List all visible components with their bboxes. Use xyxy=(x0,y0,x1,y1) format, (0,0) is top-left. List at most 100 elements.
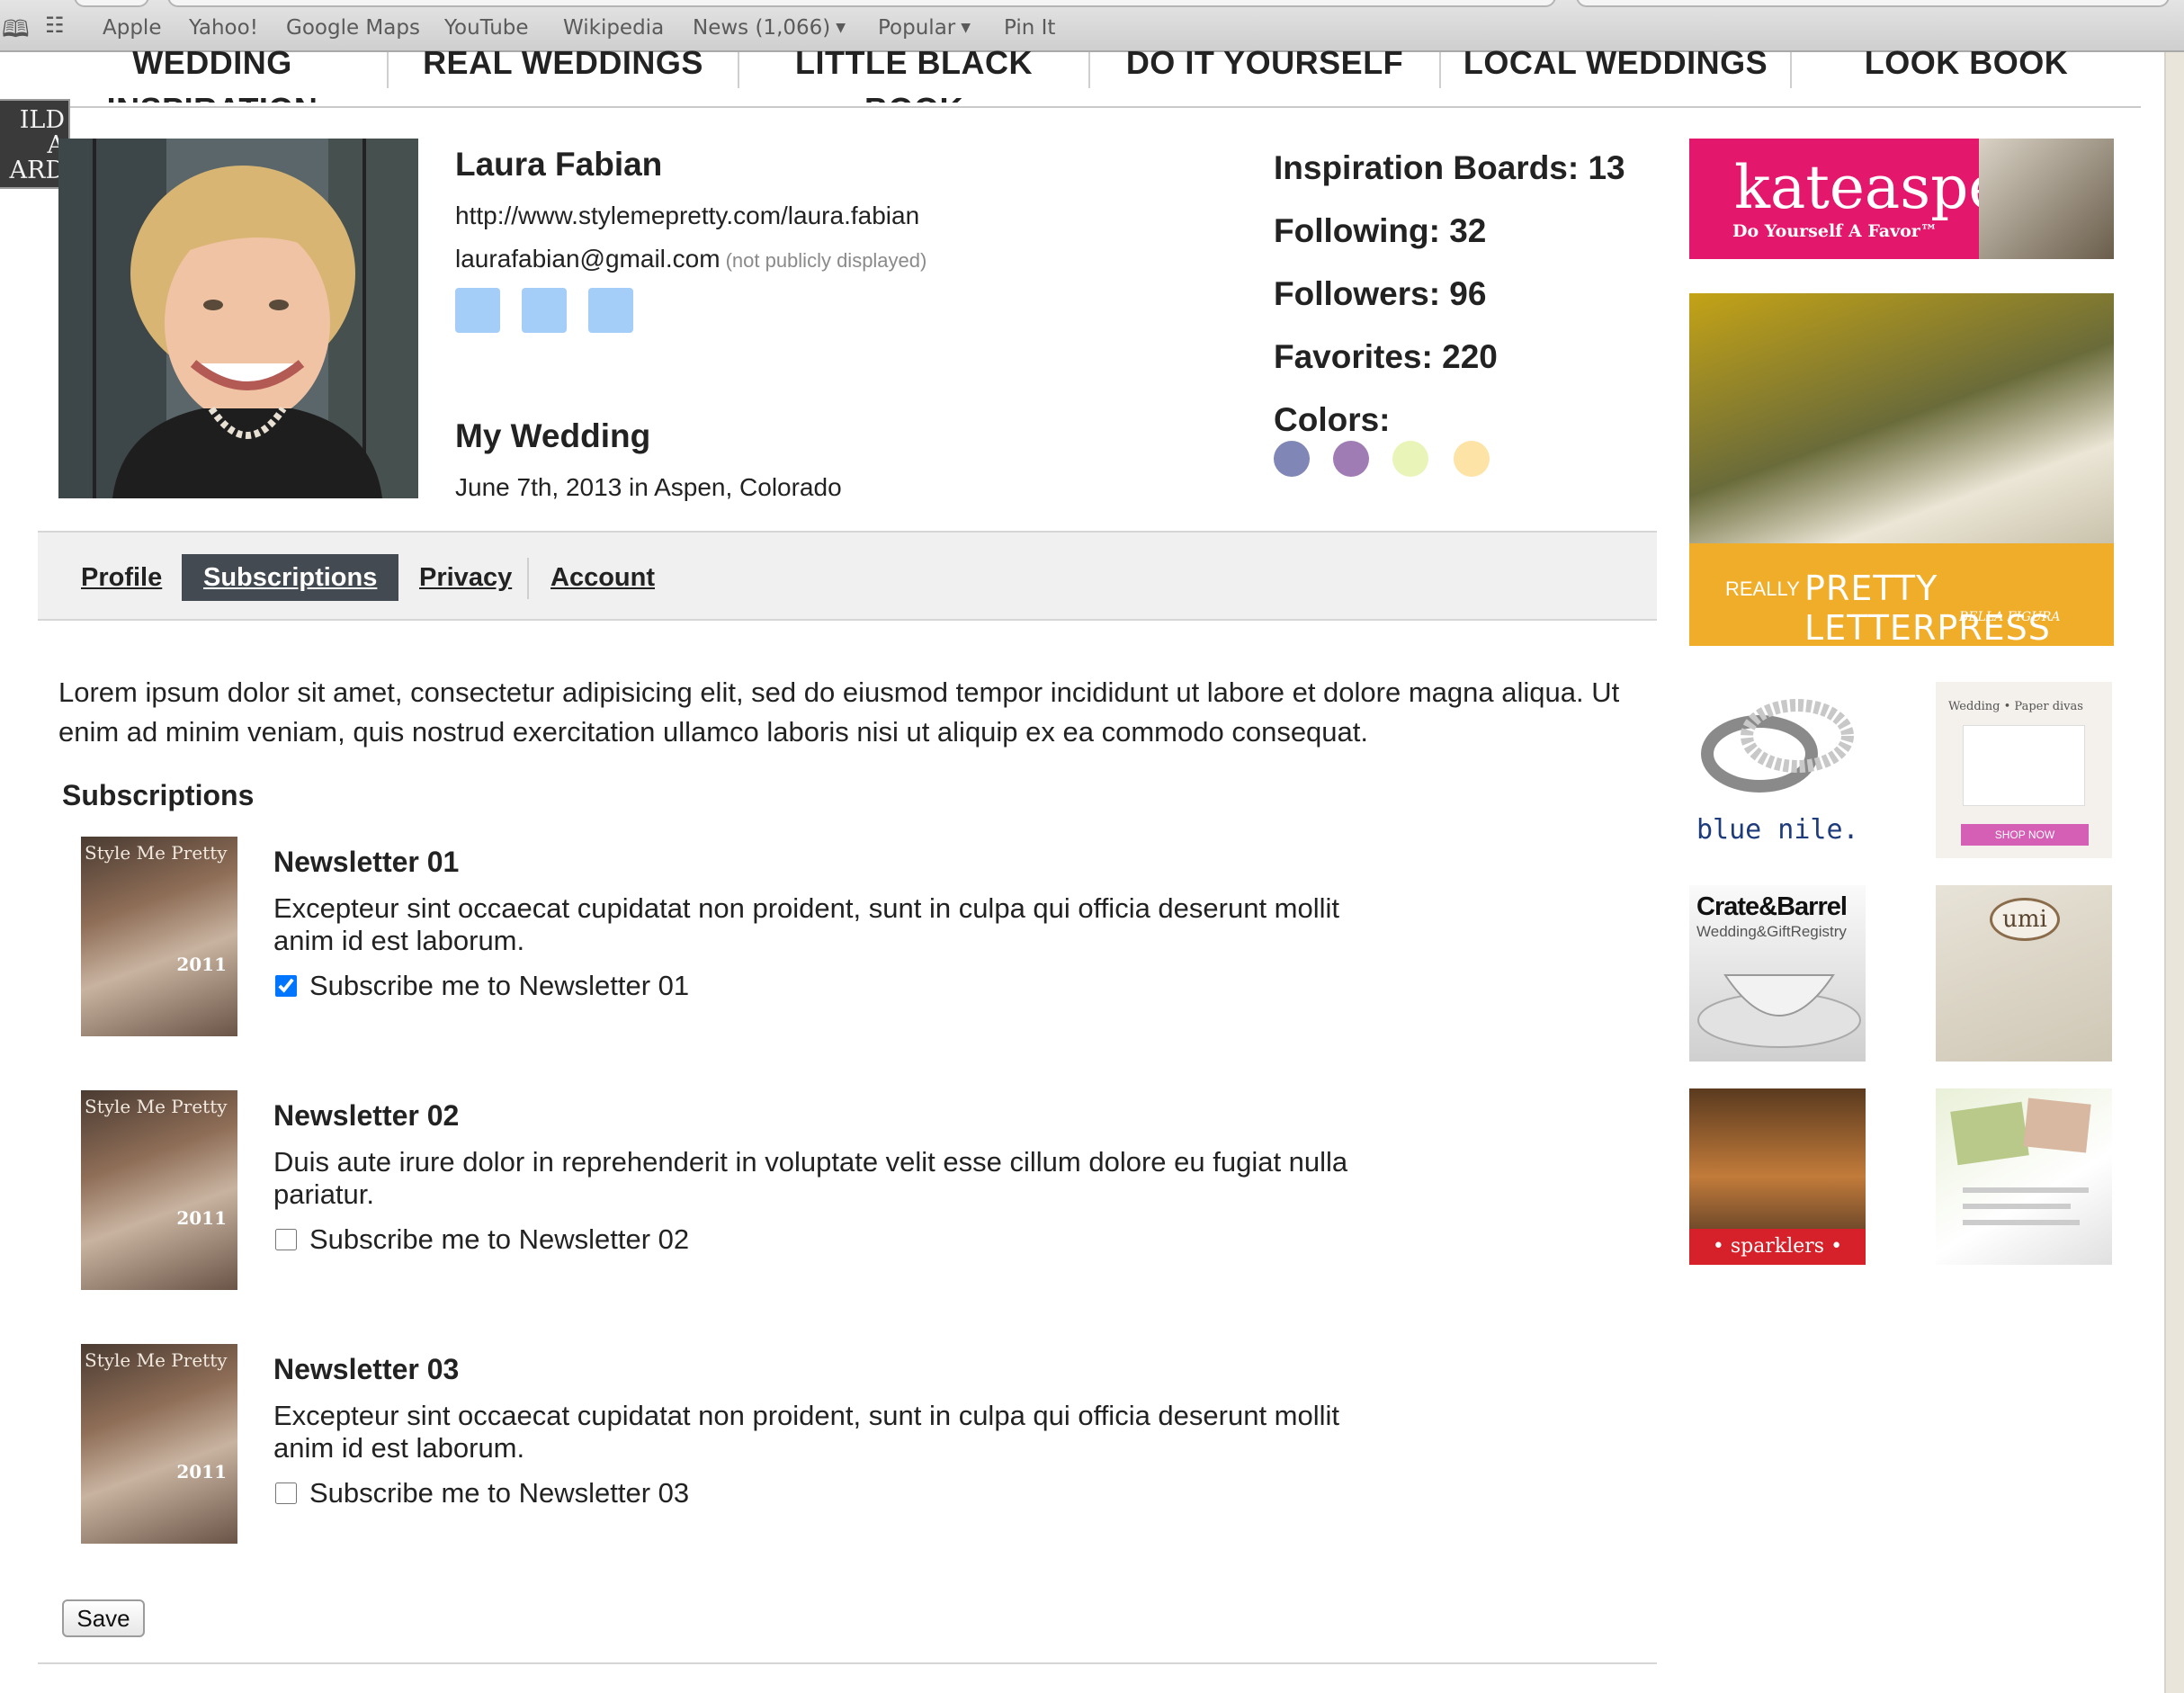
bookmark-news-label: News (1,066) xyxy=(693,16,831,40)
kate-aspen-tagline: Do Yourself A Favor™ xyxy=(1732,221,1938,241)
newsletter-subscribe-option[interactable]: Subscribe me to Newsletter 02 xyxy=(275,1223,689,1256)
cover-year: 2011 xyxy=(176,1461,227,1482)
profile-name: Laura Fabian xyxy=(455,146,663,183)
toolbar-edge xyxy=(74,0,149,7)
bookmark-popular-label: Popular xyxy=(878,16,956,40)
cover-title: Style Me Pretty xyxy=(85,1349,228,1371)
nav-little-black-book[interactable]: Little Black Book xyxy=(743,40,1085,103)
ad-blog-layout[interactable] xyxy=(1936,1088,2112,1265)
blog-photo xyxy=(1950,1101,2029,1166)
umi-logo: umi xyxy=(1990,898,2060,941)
stat-inspiration-boards[interactable]: Inspiration Boards: 13 xyxy=(1274,149,1625,187)
ad-sparklers[interactable]: • sparklers • xyxy=(1689,1088,1866,1265)
social-icon[interactable] xyxy=(455,288,500,333)
nav-divider xyxy=(1439,52,1441,88)
email-privacy-note: (not publicly displayed) xyxy=(725,249,927,272)
wpd-logo: Wedding • Paper divas xyxy=(1948,700,2083,713)
divider xyxy=(38,1662,1657,1664)
profile-email: laurafabian@gmail.com (not publicly displ… xyxy=(455,245,926,273)
newsletter-description: Duis aute irure dolor in reprehenderit i… xyxy=(273,1146,1348,1210)
page: Wedding Inspiration Real Weddings Little… xyxy=(0,44,2166,1693)
blue-nile-logo: blue nile. xyxy=(1696,814,1859,846)
chevron-down-icon: ▼ xyxy=(961,21,971,35)
bookmark-popular[interactable]: Popular ▼ xyxy=(878,16,971,40)
blog-photo xyxy=(2023,1097,2091,1153)
stat-followers[interactable]: Followers: 96 xyxy=(1274,275,1486,313)
newsletter-description: Excepteur sint occaecat cupidatat non pr… xyxy=(273,892,1340,956)
wedding-info: June 7th, 2013 in Aspen, Colorado xyxy=(455,473,842,501)
email-value: laurafabian@gmail.com xyxy=(455,245,721,273)
bookmark-pin-it[interactable]: Pin It xyxy=(1004,16,1055,40)
cover-title: Style Me Pretty xyxy=(85,1096,228,1117)
top-navigation: Wedding Inspiration Real Weddings Little… xyxy=(0,44,2141,108)
ad-letterpress[interactable]: REALLY PRETTY LETTERPRESS BELLA FIGURA xyxy=(1689,293,2114,646)
save-button[interactable]: Save xyxy=(62,1599,145,1637)
bookmark-google-maps[interactable]: Google Maps xyxy=(286,16,420,40)
newsletter-subscribe-option[interactable]: Subscribe me to Newsletter 01 xyxy=(275,970,689,1002)
profile-url-link[interactable]: http://www.stylemepretty.com/laura.fabia… xyxy=(455,202,919,230)
sparklers-label: • sparklers • xyxy=(1689,1229,1866,1265)
tab-profile[interactable]: Profile xyxy=(59,554,183,601)
subscribe-checkbox[interactable] xyxy=(275,1482,297,1504)
bookmark-wikipedia[interactable]: Wikipedia xyxy=(563,16,664,40)
tab-subscriptions[interactable]: Subscriptions xyxy=(182,554,399,601)
bookmark-yahoo[interactable]: Yahoo! xyxy=(189,16,258,40)
ad-kate-aspen[interactable]: kateaspen Do Yourself A Favor™ xyxy=(1689,139,2114,259)
newsletter-title: Newsletter 02 xyxy=(273,1099,460,1132)
nav-wedding-inspiration[interactable]: Wedding Inspiration xyxy=(41,40,383,103)
avatar xyxy=(58,139,418,498)
color-swatch xyxy=(1274,441,1310,477)
tab-privacy[interactable]: Privacy xyxy=(398,554,533,601)
cover-year: 2011 xyxy=(176,1207,227,1229)
newsletter-cover-image: Style Me Pretty 2011 xyxy=(81,837,237,1036)
color-swatch xyxy=(1333,441,1369,477)
ad-blue-nile[interactable]: blue nile. xyxy=(1689,682,1866,858)
invitation-card-image xyxy=(1963,725,2085,806)
subscribe-checkbox[interactable] xyxy=(275,975,297,997)
ad-umi[interactable]: umi xyxy=(1936,885,2112,1061)
text-line xyxy=(1963,1220,2080,1225)
subscribe-checkbox[interactable] xyxy=(275,1229,297,1250)
colors-label: Colors: xyxy=(1274,401,1391,438)
nav-real-weddings[interactable]: Real Weddings xyxy=(392,40,734,103)
stat-favorites[interactable]: Favorites: 220 xyxy=(1274,338,1498,376)
newsletter-title: Newsletter 03 xyxy=(273,1353,460,1385)
newsletter-cover-image: Style Me Pretty 2011 xyxy=(81,1090,237,1290)
ad-crate-and-barrel[interactable]: Crate&Barrel Wedding&GiftRegistry xyxy=(1689,885,1866,1061)
newsletter-description: Excepteur sint occaecat cupidatat non pr… xyxy=(273,1400,1340,1464)
ad-wedding-paper-divas[interactable]: Wedding • Paper divas SHOP NOW xyxy=(1936,682,2112,858)
letterpress-subtitle: BELLA FIGURA xyxy=(1959,610,2061,624)
subscribe-label: Subscribe me to Newsletter 03 xyxy=(309,1477,690,1509)
social-icon[interactable] xyxy=(522,288,567,333)
grid-icon[interactable]: ☷ xyxy=(45,13,65,38)
nav-do-it-yourself[interactable]: Do It Yourself xyxy=(1094,40,1436,103)
tab-account[interactable]: Account xyxy=(529,554,676,601)
nav-divider xyxy=(1088,52,1090,88)
bookmark-news[interactable]: News (1,066) ▼ xyxy=(693,16,846,40)
nav-local-weddings[interactable]: Local Weddings xyxy=(1445,40,1786,103)
cover-title: Style Me Pretty xyxy=(85,842,228,864)
text-line xyxy=(1963,1204,2071,1209)
newsletter-subscribe-option[interactable]: Subscribe me to Newsletter 03 xyxy=(275,1477,689,1509)
subscribe-label: Subscribe me to Newsletter 02 xyxy=(309,1223,690,1255)
search-bar-edge xyxy=(1576,0,2170,7)
profile-tabs: Profile Subscriptions Privacy Account xyxy=(38,531,1657,621)
book-icon[interactable]: 🕮 xyxy=(2,13,30,52)
nav-divider xyxy=(387,52,389,88)
letterpress-title: PRETTY LETTERPRESS xyxy=(1804,569,2051,646)
shop-now-button[interactable]: SHOP NOW xyxy=(1961,824,2089,846)
color-swatch xyxy=(1392,441,1428,477)
stat-following[interactable]: Following: 32 xyxy=(1274,212,1486,250)
social-icon[interactable] xyxy=(588,288,633,333)
rings-icon xyxy=(1701,699,1854,793)
bookmark-apple[interactable]: Apple xyxy=(103,16,161,40)
wedding-title: My Wedding xyxy=(455,417,651,454)
bookmark-youtube[interactable]: YouTube xyxy=(444,16,529,40)
address-bar-edge xyxy=(167,0,1556,7)
ad-banner: REALLY PRETTY LETTERPRESS BELLA FIGURA xyxy=(1689,543,2114,646)
nav-look-book[interactable]: Look Book xyxy=(1795,40,2137,103)
subscriptions-heading: Subscriptions xyxy=(62,779,255,811)
letterpress-really: REALLY xyxy=(1725,578,1800,600)
subscribe-label: Subscribe me to Newsletter 01 xyxy=(309,970,690,1001)
cover-year: 2011 xyxy=(176,954,227,975)
